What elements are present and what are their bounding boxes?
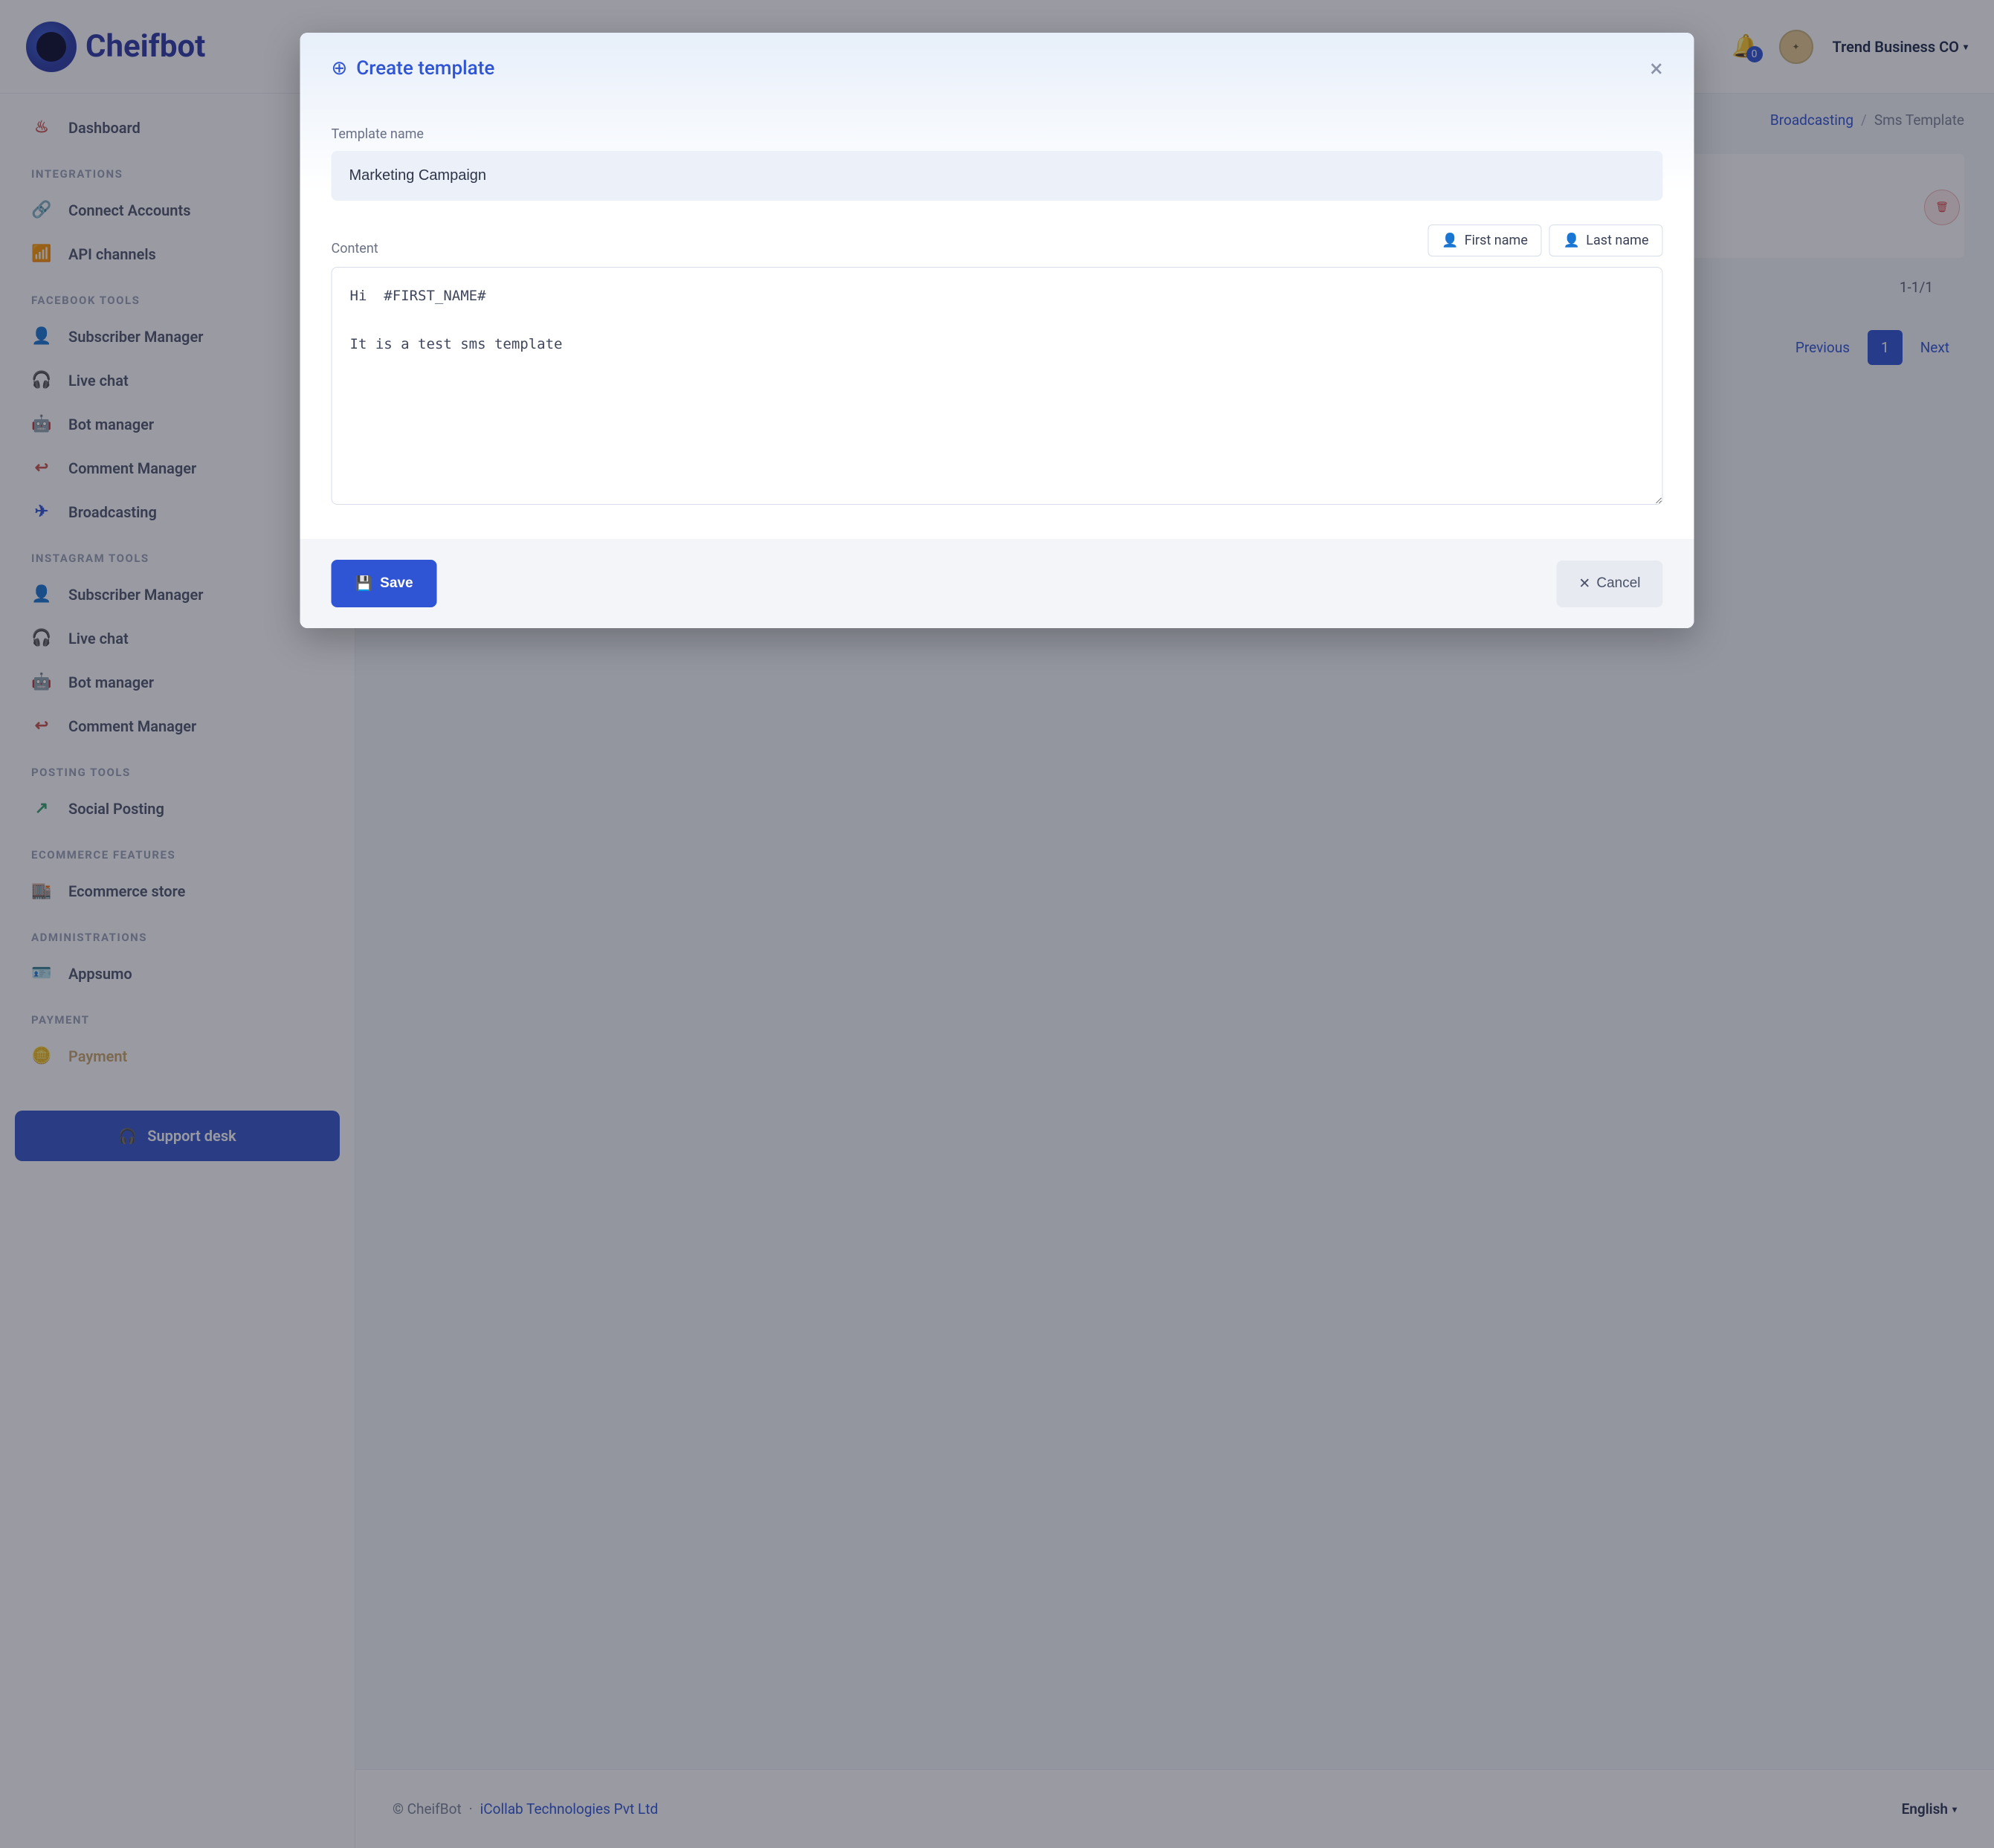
label-template-name: Template name (332, 126, 1663, 142)
content-textarea[interactable] (332, 267, 1663, 505)
user-icon: 👤 (1442, 233, 1458, 248)
template-name-input[interactable] (332, 151, 1663, 201)
insert-last-name-button[interactable]: 👤Last name (1549, 224, 1663, 256)
plus-circle-icon: ⊕ (332, 57, 348, 80)
close-icon: ✕ (1578, 575, 1590, 592)
modal-close-button[interactable]: × (1650, 56, 1662, 80)
modal-title: ⊕Create template (332, 57, 495, 80)
cancel-button[interactable]: ✕Cancel (1556, 560, 1662, 607)
save-button[interactable]: 💾Save (332, 560, 437, 607)
label-content: Content (332, 241, 378, 256)
create-template-modal: ⊕Create template × Template name Content… (300, 33, 1694, 628)
user-icon: 👤 (1564, 233, 1580, 248)
insert-first-name-button[interactable]: 👤First name (1427, 224, 1542, 256)
save-icon: 💾 (355, 575, 373, 592)
